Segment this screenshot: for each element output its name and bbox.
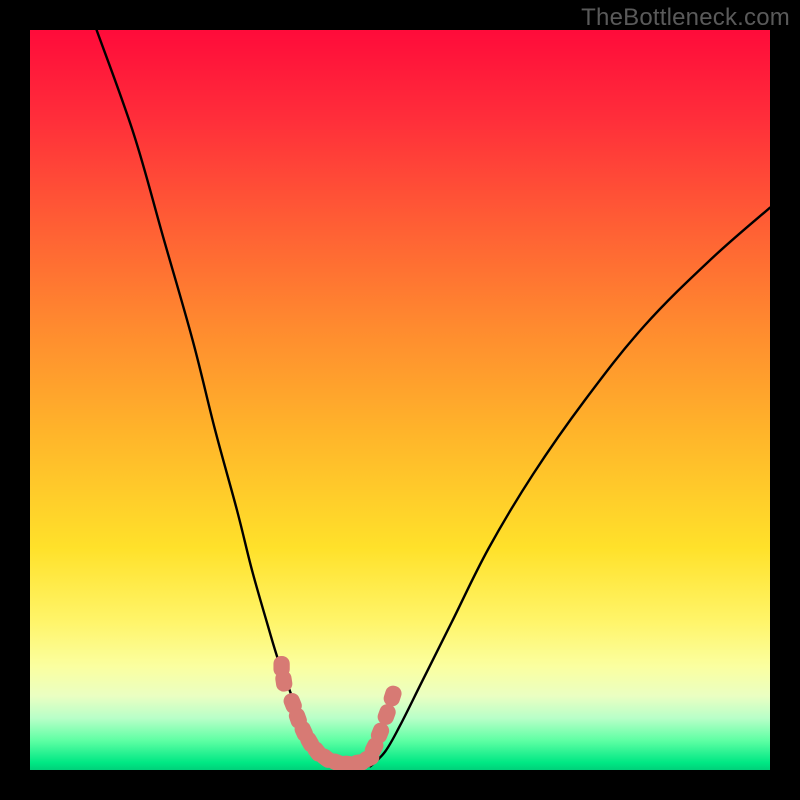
marker bbox=[275, 670, 293, 692]
right-curve bbox=[370, 208, 770, 767]
chart-frame: TheBottleneck.com bbox=[0, 0, 800, 800]
curve-layer bbox=[30, 30, 770, 770]
watermark-text: TheBottleneck.com bbox=[581, 4, 790, 32]
plot-area bbox=[30, 30, 770, 770]
marker bbox=[382, 684, 403, 708]
left-curve bbox=[97, 30, 349, 766]
